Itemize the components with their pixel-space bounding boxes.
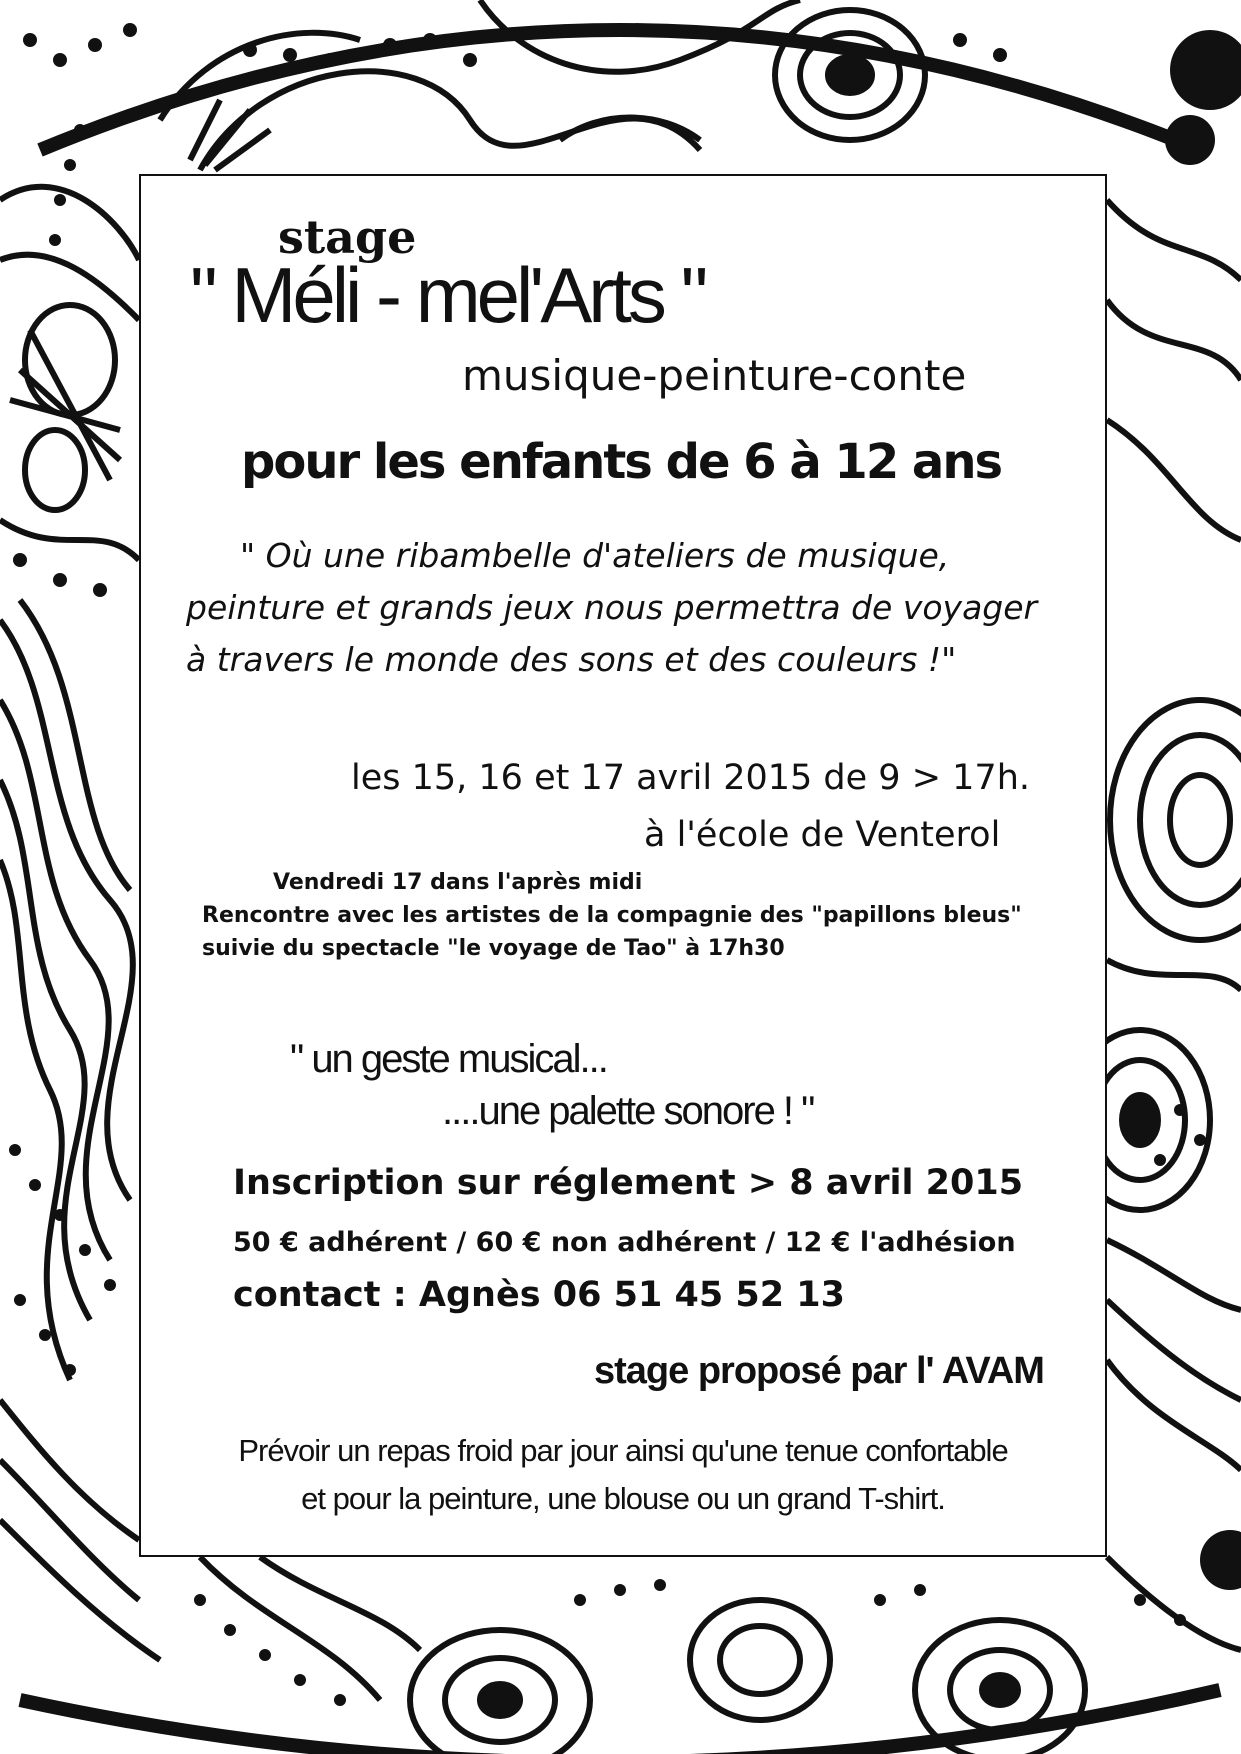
event-line: suivie du spectacle "le voyage de Tao" à…	[202, 936, 785, 961]
practical-note: Prévoir un repas froid par jour ainsi qu…	[139, 1427, 1107, 1523]
quote-line: " Où une ribambelle d'ateliers de musiqu…	[240, 536, 950, 575]
motto-line: " un geste musical...	[290, 1037, 609, 1081]
motto-line: ....une palette sonore ! "	[442, 1089, 815, 1133]
contact-line: contact : Agnès 06 51 45 52 13	[233, 1275, 845, 1315]
motto: " un geste musical... ....une palette so…	[290, 1033, 815, 1137]
registration-deadline: Inscription sur réglement > 8 avril 2015	[233, 1163, 1024, 1203]
organizer-line: stage proposé par l' AVAM	[594, 1350, 1045, 1392]
quote-line: à travers le monde des sons et des coule…	[186, 640, 957, 679]
event-line: Vendredi 17 dans l'après midi	[273, 870, 643, 895]
audience-line: pour les enfants de 6 à 12 ans	[241, 434, 1003, 490]
prices-line: 50 € adhérent / 60 € non adhérent / 12 €…	[233, 1227, 1016, 1258]
note-line: et pour la peinture, une blouse ou un gr…	[301, 1481, 946, 1516]
flyer-title: " Méli - mel'Arts "	[190, 251, 708, 339]
dates-line: les 15, 16 et 17 avril 2015 de 9 > 17h.	[351, 758, 1030, 798]
venue-line: à l'école de Venterol	[644, 815, 1001, 855]
event-line: Rencontre avec les artistes de la compag…	[202, 903, 1022, 928]
note-line: Prévoir un repas froid par jour ainsi qu…	[238, 1433, 1008, 1468]
description-quote: " Où une ribambelle d'ateliers de musiqu…	[186, 530, 1037, 686]
quote-line: peinture et grands jeux nous permettra d…	[186, 588, 1038, 627]
flyer-subtitle: musique-peinture-conte	[462, 351, 967, 400]
event-info: Vendredi 17 dans l'après midi Rencontre …	[202, 866, 1022, 965]
